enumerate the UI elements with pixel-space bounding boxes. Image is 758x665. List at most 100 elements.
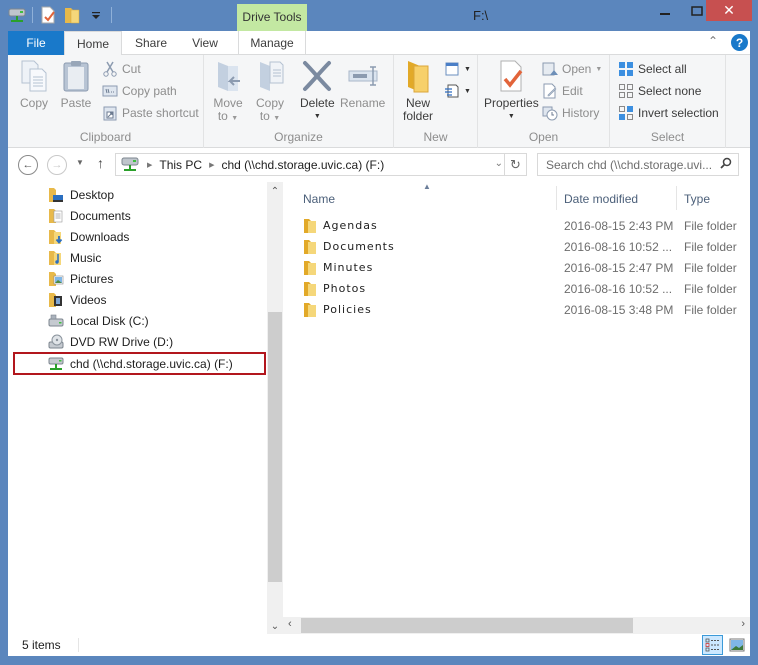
documents-folder-icon xyxy=(48,208,64,224)
cut-button[interactable]: Cut xyxy=(102,59,141,79)
copy-button[interactable]: Copy xyxy=(18,59,50,110)
select-all-button[interactable]: Select all xyxy=(618,59,687,79)
forward-button[interactable]: → xyxy=(47,155,67,175)
history-icon xyxy=(542,105,558,121)
nav-item-downloads[interactable]: Downloads xyxy=(48,226,129,247)
large-icons-view-button[interactable] xyxy=(726,635,747,655)
dropdown-arrow-icon: ▼ xyxy=(507,113,515,120)
nav-pane-vertical-scrollbar[interactable]: ⌃ ⌄ xyxy=(267,182,283,634)
copy-to-button[interactable]: Copy to ▼ xyxy=(254,59,286,125)
dropdown-arrow-icon: ▼ xyxy=(595,65,603,73)
file-row[interactable]: Agendas 2016-08-15 2:43 PM File folder xyxy=(283,215,750,236)
details-view-icon xyxy=(705,638,720,652)
scroll-right-arrow-icon[interactable]: › xyxy=(741,618,745,630)
invert-selection-button[interactable]: Invert selection xyxy=(618,103,719,123)
column-header-date-modified[interactable]: Date modified xyxy=(564,186,638,212)
move-to-icon xyxy=(218,62,240,91)
breadcrumb-this-pc[interactable]: This PC xyxy=(159,158,202,172)
file-row[interactable]: Photos 2016-08-16 10:52 ... File folder xyxy=(283,278,750,299)
back-button[interactable]: ← xyxy=(18,155,38,175)
copy-path-button[interactable]: Copy path xyxy=(102,81,177,101)
nav-item-desktop[interactable]: Desktop xyxy=(48,184,114,205)
open-button[interactable]: Open ▼ xyxy=(542,59,602,79)
tab-home[interactable]: Home xyxy=(64,31,122,56)
nav-item-dvd-drive-d[interactable]: DVD RW Drive (D:) xyxy=(48,331,173,352)
file-row[interactable]: Minutes 2016-08-15 2:47 PM File folder xyxy=(283,257,750,278)
dropdown-arrow-icon: ▼ xyxy=(464,87,471,95)
file-list-horizontal-scrollbar[interactable]: ‹ › xyxy=(283,617,750,634)
desktop-folder-icon xyxy=(48,187,64,203)
file-row[interactable]: Documents 2016-08-16 10:52 ... File fold… xyxy=(283,236,750,257)
up-button[interactable]: ↑ xyxy=(97,155,104,171)
group-label-organize: Organize xyxy=(274,130,323,144)
network-drive-icon[interactable] xyxy=(8,6,26,24)
nav-item-pictures[interactable]: Pictures xyxy=(48,268,113,289)
easy-access-icon xyxy=(444,83,460,99)
column-divider[interactable] xyxy=(556,186,557,210)
delete-button[interactable]: Delete ▼ xyxy=(300,59,335,123)
nav-item-videos[interactable]: Videos xyxy=(48,289,106,310)
nav-item-network-drive-f[interactable]: chd (\\chd.storage.uvic.ca) (F:) xyxy=(48,353,233,374)
breadcrumb-separator-icon[interactable]: ▶ xyxy=(209,161,214,169)
scrollbar-thumb[interactable] xyxy=(268,312,282,582)
scroll-up-arrow-icon[interactable]: ⌃ xyxy=(267,186,283,197)
details-view-button[interactable] xyxy=(702,635,723,655)
search-input[interactable]: Search chd (\\chd.storage.uvi... xyxy=(537,153,739,176)
tab-share[interactable]: Share xyxy=(126,31,176,55)
column-divider[interactable] xyxy=(676,186,677,210)
tab-view[interactable]: View xyxy=(180,31,230,55)
paste-shortcut-button[interactable]: Paste shortcut xyxy=(102,103,199,123)
address-bar[interactable]: ▶ This PC ▶ chd (\\chd.storage.uvic.ca) … xyxy=(115,153,527,176)
drive-tools-context-header: Drive Tools xyxy=(237,4,307,31)
new-folder-button[interactable]: New folder xyxy=(402,59,434,123)
copy-path-icon xyxy=(102,83,118,99)
properties-button[interactable]: Properties ▼ xyxy=(484,59,539,123)
scrollbar-thumb[interactable] xyxy=(301,618,633,633)
minimize-button[interactable] xyxy=(650,0,680,21)
paste-shortcut-icon xyxy=(102,105,118,121)
address-history-dropdown[interactable]: ⌄ xyxy=(495,158,503,169)
select-none-icon xyxy=(618,83,634,99)
column-header-type[interactable]: Type xyxy=(684,186,710,212)
invert-selection-icon xyxy=(618,105,634,121)
scroll-left-arrow-icon[interactable]: ‹ xyxy=(288,618,292,630)
column-header-name[interactable]: Name xyxy=(303,186,335,212)
nav-item-local-disk-c[interactable]: Local Disk (C:) xyxy=(48,310,149,331)
tab-manage[interactable]: Manage xyxy=(238,31,306,55)
select-group: Select all Select none Invert selection … xyxy=(610,55,726,148)
recent-locations-dropdown[interactable]: ▼ xyxy=(76,158,84,167)
customize-toolbar-dropdown-icon[interactable] xyxy=(87,6,105,24)
nav-item-documents[interactable]: Documents xyxy=(48,205,131,226)
ribbon-tab-strip: File Home Share View Manage ⌃ ? xyxy=(8,31,750,56)
tab-file[interactable]: File xyxy=(8,31,64,55)
new-item-button[interactable]: ▼ xyxy=(444,59,471,79)
breadcrumb-separator-icon[interactable]: ▶ xyxy=(147,161,152,169)
breadcrumb-current-drive[interactable]: chd (\\chd.storage.uvic.ca) (F:) xyxy=(221,158,384,172)
properties-icon xyxy=(500,60,523,92)
group-label-select: Select xyxy=(650,130,685,144)
file-row[interactable]: Policies 2016-08-15 3:48 PM File folder xyxy=(283,299,750,320)
edit-button[interactable]: Edit xyxy=(542,81,583,101)
scroll-down-arrow-icon[interactable]: ⌄ xyxy=(267,621,283,632)
new-folder-icon[interactable] xyxy=(63,6,81,24)
organize-group: Move to ▼ Copy to ▼ Delete ▼ Rename Orga… xyxy=(204,55,394,148)
close-button[interactable]: ✕ xyxy=(706,0,752,21)
collapse-ribbon-icon[interactable]: ⌃ xyxy=(708,34,718,48)
properties-icon[interactable] xyxy=(39,6,57,24)
edit-icon xyxy=(542,83,558,99)
title-bar: Drive Tools F:\ ✕ xyxy=(0,0,758,31)
easy-access-button[interactable]: ▼ xyxy=(444,81,471,101)
move-to-button[interactable]: Move to ▼ xyxy=(212,59,244,125)
group-label-clipboard: Clipboard xyxy=(79,130,132,144)
folder-icon xyxy=(303,218,317,234)
help-icon[interactable]: ? xyxy=(731,34,748,51)
forward-arrow-icon: → xyxy=(51,159,63,171)
toolbar-divider xyxy=(111,7,112,23)
select-none-button[interactable]: Select none xyxy=(618,81,701,101)
rename-button[interactable]: Rename xyxy=(340,59,385,110)
select-all-icon xyxy=(618,61,634,77)
nav-item-music[interactable]: Music xyxy=(48,247,101,268)
paste-button[interactable]: Paste xyxy=(60,59,92,110)
history-button[interactable]: History xyxy=(542,103,599,123)
refresh-button[interactable]: ↻ xyxy=(504,154,526,175)
